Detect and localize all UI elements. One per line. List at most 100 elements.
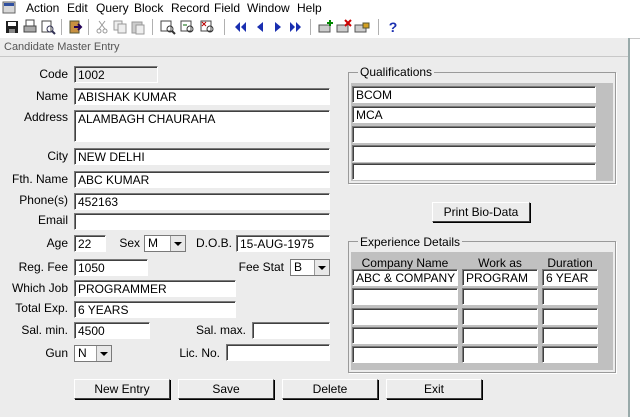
save-icon[interactable] — [4, 19, 20, 35]
menu-help[interactable]: Help — [297, 1, 322, 15]
sal-min-field[interactable]: 4500 — [74, 322, 150, 339]
qualification-field[interactable] — [352, 145, 596, 162]
lic-no-field[interactable] — [226, 344, 330, 361]
menu-window[interactable]: Window — [247, 1, 290, 15]
city-field[interactable]: NEW DELHI — [74, 148, 330, 165]
gun-select[interactable]: N — [74, 345, 112, 362]
qualifications-title: Qualifications — [358, 65, 435, 79]
toolbar-separator — [224, 19, 226, 35]
save-button[interactable]: Save — [178, 379, 274, 399]
dob-label: D.O.B. — [195, 236, 232, 250]
print-preview-icon[interactable] — [40, 19, 56, 35]
work-as-cell[interactable] — [462, 346, 538, 363]
which-job-field[interactable]: PROGRAMMER — [74, 280, 236, 297]
gun-value: N — [78, 346, 87, 360]
paste-icon[interactable] — [130, 19, 146, 35]
fee-stat-select[interactable]: B — [290, 259, 330, 276]
company-name-cell[interactable] — [352, 346, 458, 363]
name-field[interactable]: ABISHAK KUMAR — [74, 88, 330, 105]
menu-block[interactable]: Block — [134, 1, 163, 15]
qualification-field[interactable] — [352, 126, 596, 143]
toolbar-separator — [88, 19, 90, 35]
delete-record-icon[interactable] — [336, 19, 352, 35]
sex-value: M — [148, 236, 158, 250]
chevron-down-icon[interactable] — [96, 346, 111, 361]
experience-title: Experience Details — [358, 235, 463, 249]
fee-stat-label: Fee Stat — [238, 260, 284, 274]
toolbar: ? — [0, 16, 640, 39]
menu-edit[interactable]: Edit — [67, 1, 88, 15]
dob-field[interactable]: 15-AUG-1975 — [236, 235, 330, 252]
work-as-cell[interactable] — [462, 308, 538, 325]
company-name-cell[interactable] — [352, 308, 458, 325]
cut-icon[interactable] — [94, 19, 110, 35]
work-as-cell[interactable] — [462, 327, 538, 344]
work-as-cell[interactable]: PROGRAM — [462, 269, 538, 286]
sex-select[interactable]: M — [144, 235, 186, 252]
sal-max-field[interactable] — [252, 322, 330, 339]
window-title: Candidate Master Entry — [4, 41, 120, 53]
cancel-query-icon[interactable] — [200, 19, 216, 35]
toolbar-separator — [378, 19, 380, 35]
age-label: Age — [46, 236, 68, 250]
last-record-icon[interactable] — [288, 19, 304, 35]
delete-button[interactable]: Delete — [282, 379, 378, 399]
help-icon[interactable]: ? — [385, 19, 401, 35]
city-label: City — [47, 149, 68, 163]
company-name-header: Company Name — [361, 256, 449, 270]
copy-icon[interactable] — [112, 19, 128, 35]
menu-field[interactable]: Field — [214, 1, 240, 15]
toolbar-separator — [61, 19, 63, 35]
chevron-down-icon[interactable] — [314, 260, 329, 275]
duration-cell[interactable] — [542, 346, 598, 363]
menu-bar: Action Edit Query Block Record Field Win… — [0, 0, 640, 16]
toolbar-separator — [310, 19, 312, 35]
age-field[interactable]: 22 — [74, 235, 106, 252]
lic-no-label: Lic. No. — [179, 346, 220, 360]
duration-cell[interactable]: 6 YEAR — [542, 269, 598, 286]
menu-record[interactable]: Record — [171, 1, 210, 15]
next-record-icon[interactable] — [270, 19, 286, 35]
query-icon[interactable] — [160, 19, 176, 35]
previous-record-icon[interactable] — [252, 19, 268, 35]
duration-cell[interactable] — [542, 327, 598, 344]
company-name-cell[interactable] — [352, 288, 458, 305]
exit-button[interactable]: Exit — [386, 379, 482, 399]
qualification-field[interactable]: BCOM — [352, 86, 596, 103]
fth-name-field[interactable]: ABC KUMAR — [74, 171, 330, 188]
print-icon[interactable] — [22, 19, 38, 35]
company-name-cell[interactable] — [352, 327, 458, 344]
toolbar-separator — [152, 19, 154, 35]
sal-max-label: Sal. max. — [195, 323, 246, 337]
email-label: Email — [37, 213, 68, 227]
chevron-down-icon[interactable] — [170, 236, 185, 251]
total-exp-label: Total Exp. — [15, 301, 68, 315]
insert-record-icon[interactable] — [318, 19, 334, 35]
menu-query[interactable]: Query — [96, 1, 129, 15]
qualification-field[interactable] — [352, 163, 596, 180]
work-as-header: Work as — [478, 256, 522, 270]
first-record-icon[interactable] — [232, 19, 248, 35]
execute-query-icon[interactable] — [180, 19, 196, 35]
email-field[interactable] — [74, 213, 330, 230]
menu-action[interactable]: Action — [26, 1, 59, 15]
reg-fee-field[interactable]: 1050 — [74, 259, 148, 276]
address-field[interactable]: ALAMBAGH CHAURAHA — [74, 110, 330, 142]
name-label: Name — [35, 89, 68, 103]
company-name-cell[interactable]: ABC & COMPANY — [352, 269, 458, 286]
phones-field[interactable]: 452163 — [74, 193, 330, 210]
total-exp-field[interactable]: 6 YEARS — [74, 301, 236, 318]
phones-label: Phone(s) — [19, 193, 68, 207]
duration-cell[interactable] — [542, 288, 598, 305]
print-bio-data-button[interactable]: Print Bio-Data — [432, 202, 530, 222]
work-as-cell[interactable] — [462, 288, 538, 305]
exit-icon[interactable] — [67, 19, 83, 35]
app-menu-icon[interactable] — [2, 1, 16, 14]
candidate-master-window: Candidate Master Entry Code 1002 Name AB… — [0, 38, 630, 417]
duration-cell[interactable] — [542, 308, 598, 325]
qualification-field[interactable]: MCA — [352, 106, 596, 123]
lock-record-icon[interactable] — [354, 19, 370, 35]
fee-stat-value: B — [294, 260, 303, 274]
gun-label: Gun — [45, 346, 68, 360]
new-entry-button[interactable]: New Entry — [74, 379, 170, 399]
